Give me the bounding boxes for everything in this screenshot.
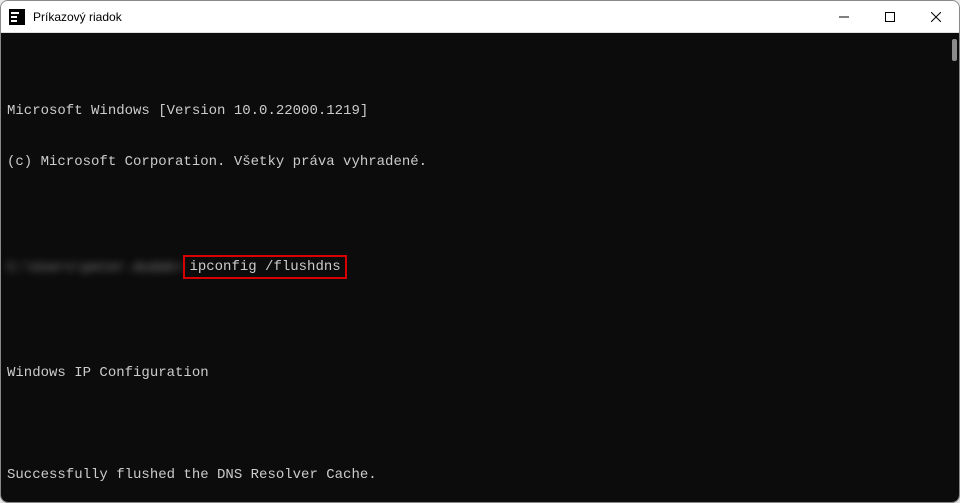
terminal-line (7, 416, 953, 433)
window-title: Príkazový riadok (33, 10, 821, 24)
terminal-line (7, 314, 953, 331)
redacted-prompt: C:\Users\peter.dudak> (7, 260, 183, 277)
terminal-output[interactable]: Microsoft Windows [Version 10.0.22000.12… (1, 33, 959, 502)
cmd-icon (9, 9, 25, 25)
command-prompt-window: Príkazový riadok Microsoft Windows [Vers… (0, 0, 960, 503)
terminal-line: (c) Microsoft Corporation. Všetky práva … (7, 154, 953, 171)
titlebar[interactable]: Príkazový riadok (1, 1, 959, 33)
scrollbar-thumb[interactable] (952, 39, 957, 61)
terminal-line: Successfully flushed the DNS Resolver Ca… (7, 467, 953, 484)
command-highlight: ipconfig /flushdns (183, 255, 346, 279)
minimize-button[interactable] (821, 1, 867, 32)
close-button[interactable] (913, 1, 959, 32)
terminal-line: Microsoft Windows [Version 10.0.22000.12… (7, 103, 953, 120)
maximize-button[interactable] (867, 1, 913, 32)
terminal-line: Windows IP Configuration (7, 365, 953, 382)
window-controls (821, 1, 959, 32)
terminal-command-line: C:\Users\peter.dudak>ipconfig /flushdns (7, 256, 953, 280)
terminal-line (7, 205, 953, 222)
